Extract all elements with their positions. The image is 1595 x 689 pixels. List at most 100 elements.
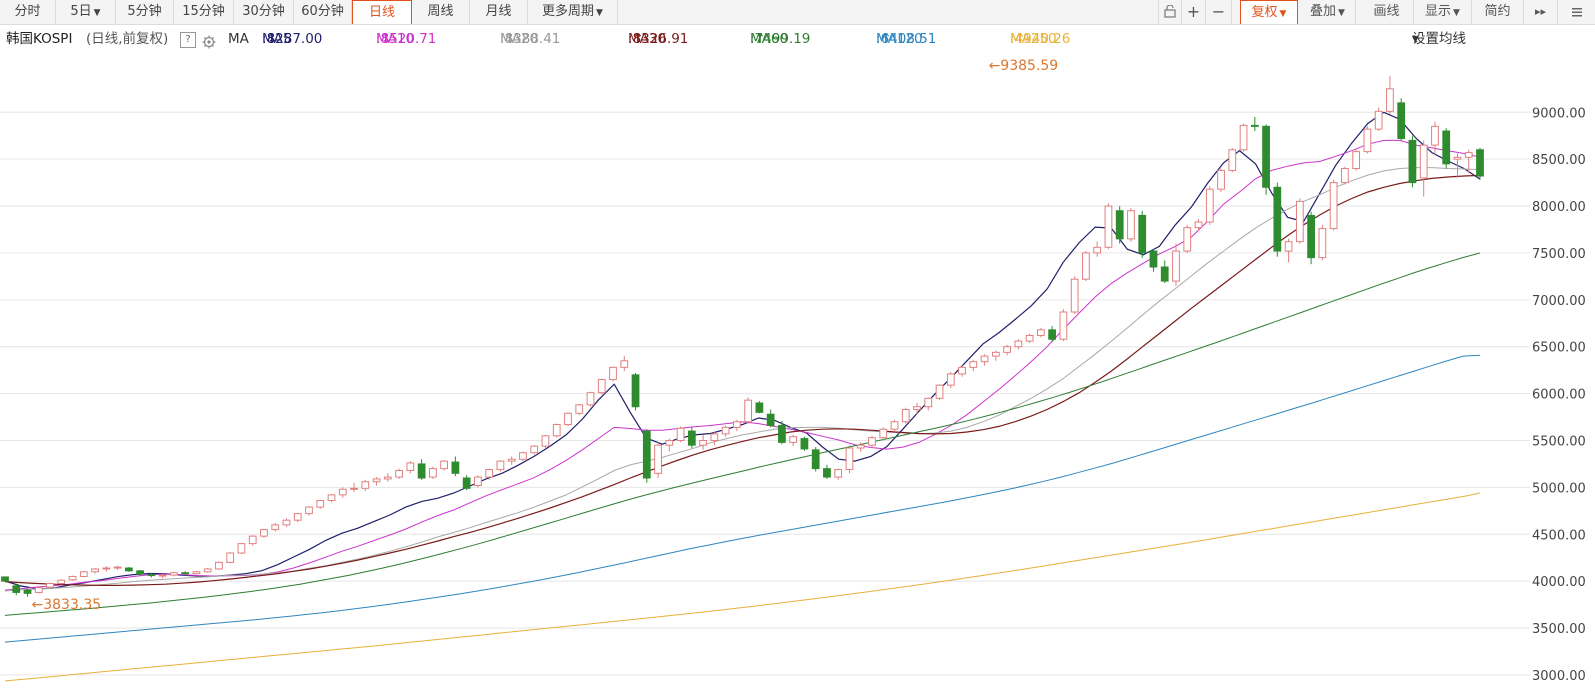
chevron-down-icon: ▼ <box>596 8 603 18</box>
arrow-down-icon: ↓ <box>380 31 392 47</box>
candle-body <box>755 402 764 413</box>
candle-body <box>1318 228 1327 259</box>
candle-body <box>1172 250 1180 282</box>
candle-body <box>485 469 494 478</box>
ma-settings-label: 设置均线 <box>1412 31 1466 47</box>
adjust-button[interactable]: 复权 ▼ <box>1240 0 1298 24</box>
kospi-candlestick-chart[interactable]: 3000.00 3500.00 4000.00 4500.00 5000.00 5500.… <box>0 56 1595 689</box>
gear-icon[interactable] <box>202 32 216 58</box>
zoom-out-button[interactable]: − <box>1206 0 1232 24</box>
chevron-down-icon: ▼ <box>93 8 101 18</box>
menu-button[interactable] <box>1558 0 1595 24</box>
candle-body <box>1160 266 1169 282</box>
y-tick-label: 5000.00 <box>1532 481 1586 496</box>
candle-body <box>68 575 77 581</box>
candle-body <box>586 392 595 406</box>
lock-button[interactable] <box>1158 0 1182 24</box>
candle-body <box>744 399 753 423</box>
candle-body <box>1183 227 1192 252</box>
candle-body <box>789 436 798 443</box>
candle-body <box>1363 128 1372 153</box>
simple-mode-button[interactable]: 简约 <box>1472 0 1524 24</box>
y-tick-label: 5500.00 <box>1532 434 1586 449</box>
ma250-legend: MA250:4940.26 ↑ <box>1010 26 1070 52</box>
candle-body <box>406 462 415 471</box>
candle-body <box>237 543 246 554</box>
candle-body <box>12 585 21 593</box>
candle-body <box>1127 210 1135 240</box>
index-title: 韩国KOSPI <box>6 31 73 47</box>
tab-5min[interactable]: 5分钟 <box>116 0 174 24</box>
candle-body <box>879 428 888 439</box>
tab-15min[interactable]: 15分钟 <box>174 0 234 24</box>
candle-body <box>113 566 122 569</box>
arrow-down-icon: ↓ <box>504 31 516 47</box>
tab-weekly[interactable]: 周线 <box>412 0 470 24</box>
candle-body <box>924 397 933 408</box>
candle-body <box>34 587 43 593</box>
candle-body <box>226 552 235 563</box>
tab-fenshi[interactable]: 分时 <box>0 0 56 24</box>
candle-body <box>1228 149 1237 171</box>
candle-body <box>1386 88 1394 112</box>
chevron-down-icon: ▼ <box>1279 9 1287 19</box>
candle-body <box>428 468 437 478</box>
candle-body <box>147 574 156 577</box>
y-tick-label: 6000.00 <box>1532 388 1586 403</box>
tab-daily[interactable]: 日线 <box>352 0 412 24</box>
double-arrow-icon: ▸▸ <box>1534 5 1547 18</box>
overlay-button[interactable]: 叠加 ▼ <box>1300 0 1356 24</box>
candle-body <box>552 424 561 437</box>
tab-60min[interactable]: 60分钟 <box>294 0 352 24</box>
candle-body <box>372 478 381 483</box>
candle-body <box>316 500 325 508</box>
minus-icon: − <box>1211 2 1226 21</box>
candle-body <box>1419 144 1428 179</box>
candle-body <box>935 384 944 399</box>
candle-body <box>1093 246 1102 254</box>
arrow-up-icon: ↑ <box>754 31 766 47</box>
candle-body <box>800 438 809 450</box>
y-tick-label: 7000.00 <box>1532 294 1586 309</box>
candle-body <box>913 406 921 411</box>
candle-body <box>215 561 223 570</box>
candle-body <box>507 458 516 462</box>
candle-body <box>1239 124 1248 151</box>
candle-body <box>1 576 9 582</box>
expand-button[interactable]: ▸▸ <box>1524 0 1558 24</box>
tab-monthly[interactable]: 月线 <box>470 0 528 24</box>
candle-body <box>530 445 539 454</box>
zoom-in-button[interactable]: + <box>1182 0 1206 24</box>
y-tick-label: 3000.00 <box>1532 669 1586 684</box>
chart-subtitle: (日线,前复权) <box>86 31 169 47</box>
candle-body <box>1431 125 1439 146</box>
ma5-line <box>4 111 1481 590</box>
candle-body <box>1250 124 1259 127</box>
candle-body <box>1149 250 1158 268</box>
candle-body <box>901 409 910 423</box>
candle-body <box>203 568 212 573</box>
candle-body <box>845 447 854 471</box>
tab-more-periods[interactable]: 更多周期 ▼ <box>528 0 618 24</box>
candle-body <box>1476 149 1484 177</box>
draw-line-button[interactable]: 画线 <box>1360 0 1414 24</box>
candle-body <box>1329 182 1338 230</box>
candle-body <box>158 574 167 577</box>
candle-body <box>1037 329 1045 336</box>
y-tick-label: 9000.00 <box>1532 106 1586 121</box>
candle-body <box>1442 130 1451 165</box>
display-button[interactable]: 显示 ▼ <box>1414 0 1472 24</box>
tab-5day[interactable]: 5日 ▼ <box>56 0 116 24</box>
candle-body <box>1352 151 1361 170</box>
candle-body <box>778 424 786 443</box>
candle-body <box>642 430 651 479</box>
candle-body <box>991 351 1000 357</box>
candle-body <box>1397 102 1406 140</box>
candle-body <box>440 460 448 470</box>
candle-body <box>271 524 280 531</box>
candle-body <box>496 460 505 471</box>
candle-body <box>564 412 572 426</box>
ma-label: MA <box>228 31 249 47</box>
tab-30min[interactable]: 30分钟 <box>234 0 294 24</box>
candle-body <box>102 567 111 570</box>
